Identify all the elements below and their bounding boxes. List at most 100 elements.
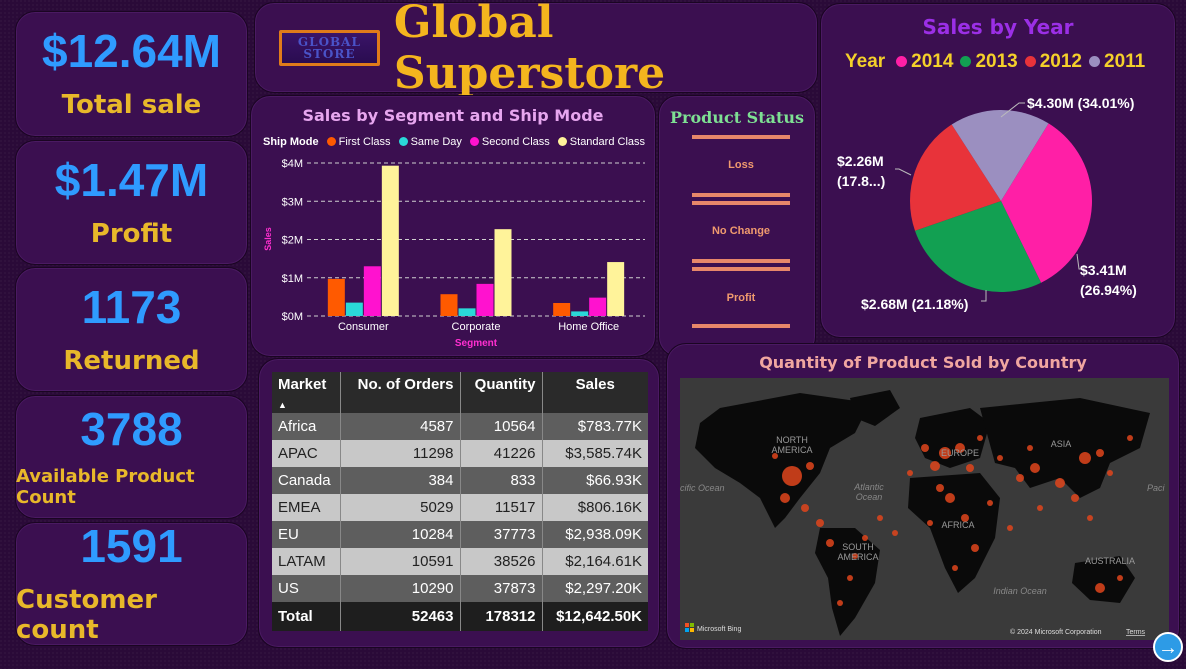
bubble [806,462,814,470]
bubble [837,600,843,606]
table-row[interactable]: EU 10284 37773 $2,938.09K [272,521,648,548]
bubble [1107,470,1113,476]
cell-quantity: 41226 [459,440,542,467]
column-header-sales[interactable]: Sales [541,372,648,413]
bar-same-day [345,302,363,316]
product-status-slicer: Loss No Change Profit [692,135,790,330]
y-tick-label: $0M [282,311,303,323]
bar-standard-class [381,165,399,316]
column-header-quantity[interactable]: Quantity [459,372,542,413]
cell-sales: $783.77K [541,413,648,440]
cell-sales: $2,297.20K [541,575,648,602]
cell-sales: $2,164.61K [541,548,648,575]
table-row[interactable]: Africa 4587 10564 $783.77K [272,413,648,440]
bar-first-class [327,278,345,316]
bing-label: Microsoft Bing [697,626,741,633]
cell-market: EU [272,521,340,548]
bar-second-class [589,297,607,316]
product-status-title: Product Status [670,108,804,127]
segment-chart-panel: Sales by Segment and Ship Mode Ship Mode… [250,95,656,357]
cell-total-label: Total [272,602,340,631]
cell-orders: 10591 [339,548,460,575]
kpi-label: Profit [90,218,173,249]
cell-sales: $2,938.09K [541,521,648,548]
bubble [1030,463,1040,473]
divider [692,267,790,271]
cell-market: APAC [272,440,340,467]
map-label-australia: AUSTRALIA [1085,556,1135,566]
bubble [892,530,898,536]
bubble [780,493,790,503]
next-page-arrow-icon[interactable]: → [1153,632,1183,662]
bubble [1071,494,1079,502]
header-label: Sales [575,376,615,393]
bubble [907,470,913,476]
bubble [1027,445,1033,451]
status-item-loss[interactable]: Loss [692,159,790,171]
y-tick-label: $3M [282,196,303,208]
kpi-label: Total sale [61,90,202,120]
map-label-africa: AFRICA [941,520,974,530]
table-row[interactable]: APAC 11298 41226 $3,585.74K [272,440,648,467]
cell-market: Africa [272,413,340,440]
market-table: Market ▲ No. of Orders Quantity Sales Af… [272,372,648,631]
label-line: Ocean [856,492,883,502]
cell-total-sales: $12,642.50K [541,602,648,631]
year-pie-chart[interactable]: $4.30M (34.01%) $3.41M (26.94%) $2.68M (… [821,4,1177,339]
x-tick-label: Corporate [452,321,501,333]
cell-orders: 5029 [339,494,460,521]
slice-label-2013-value: $3.41M [1080,262,1127,278]
bubble [1087,515,1093,521]
bubble [1117,575,1123,581]
bubble [816,519,824,527]
table-row[interactable]: LATAM 10591 38526 $2,164.61K [272,548,648,575]
table-row[interactable]: US 10290 37873 $2,297.20K [272,575,648,602]
bubble [1096,449,1104,457]
bubble [877,515,883,521]
store-logo: GLOBAL STORE [279,29,380,66]
bar-same-day [571,311,589,316]
bubble [1016,474,1024,482]
cell-quantity: 38526 [459,548,542,575]
slice-label-2013-percent: (26.94%) [1080,282,1137,298]
segment-bar-chart[interactable]: $0M $1M $2M $3M $4M Consumer Corporate Home Off… [251,96,657,358]
table-row[interactable]: Canada 384 833 $66.93K [272,467,648,494]
bubble [987,500,993,506]
map-label-europe: EUROPE [941,448,979,458]
cell-orders: 10290 [339,575,460,602]
bubble [952,565,958,571]
table-row[interactable]: EMEA 5029 11517 $806.16K [272,494,648,521]
map-copyright: © 2024 Microsoft Corporation [1010,628,1102,636]
kpi-label: Available Product Count [16,466,195,508]
map-label-asia: ASIA [1051,439,1072,449]
column-header-market[interactable]: Market ▲ [272,372,340,413]
bubble [1079,452,1091,464]
product-status-panel: Product Status Loss No Change Profit [658,95,816,357]
cell-orders: 384 [339,467,460,494]
column-header-orders[interactable]: No. of Orders [339,372,460,413]
kpi-total-sale: $12.64M Total sale [15,11,248,137]
status-item-no-change[interactable]: No Change [692,225,790,237]
label-line: SOUTH [842,542,874,552]
bubble [921,444,929,452]
bubble [847,575,853,581]
bubble [862,535,868,541]
logo-line-1: GLOBAL [297,34,361,49]
cell-quantity: 37773 [459,521,542,548]
kpi-value: 1173 [81,280,182,333]
cell-orders: 11298 [339,440,460,467]
cell-market: Canada [272,467,340,494]
bubble [927,520,933,526]
kpi-profit: $1.47M Profit [15,140,248,265]
cell-quantity: 11517 [459,494,542,521]
bubble [971,544,979,552]
bar-standard-class [494,229,512,316]
status-item-profit[interactable]: Profit [692,292,790,304]
cell-quantity: 10564 [459,413,542,440]
map-title: Quantity of Product Sold by Country [759,353,1087,372]
bar-first-class [553,302,571,316]
terms-link[interactable]: Terms [1126,629,1146,636]
map-panel: Quantity of Product Sold by Country NORT… [666,343,1180,649]
label-line: NORTH [776,435,808,445]
world-map[interactable]: NORTH AMERICA EUROPE ASIA AFRICA SOUTH AME… [680,378,1169,640]
